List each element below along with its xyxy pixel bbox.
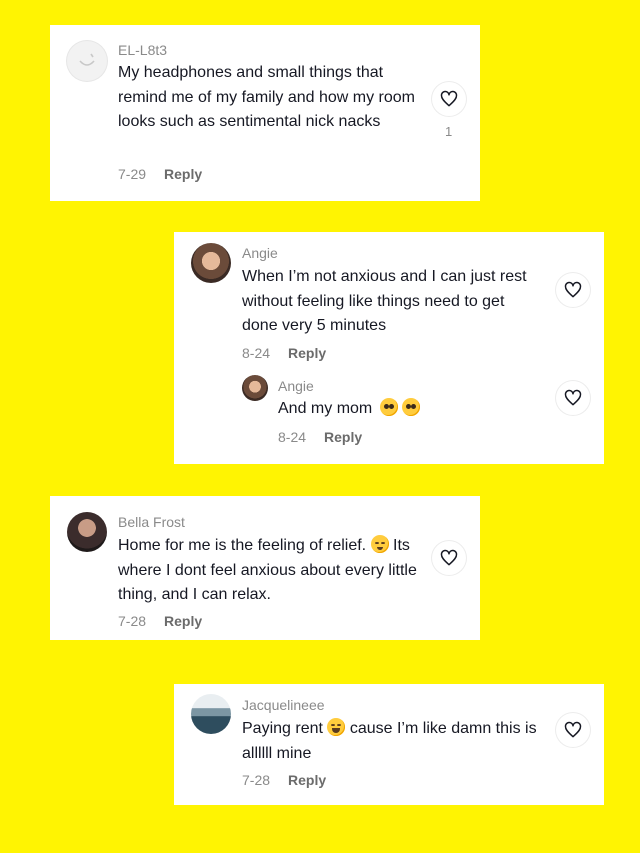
comment-text: When I’m not anxious and I can just rest…: [242, 268, 527, 334]
comment-text-content: Home for me is the feeling of relief.: [118, 537, 367, 554]
reply-button[interactable]: Reply: [288, 772, 326, 788]
avatar[interactable]: [191, 694, 231, 734]
default-avatar-icon: [79, 53, 95, 66]
comment-text-content: Paying rent: [242, 720, 323, 737]
reply-button[interactable]: Reply: [288, 345, 326, 361]
comment-date: 7-28: [118, 613, 147, 629]
pleading-face-emoji: [379, 398, 398, 416]
avatar[interactable]: [67, 512, 107, 552]
username[interactable]: Bella Frost: [118, 514, 185, 530]
heart-icon: [440, 90, 458, 107]
username[interactable]: EL-L8t3: [118, 42, 167, 58]
username[interactable]: Jacquelineee: [242, 697, 325, 713]
like-button[interactable]: [432, 541, 466, 575]
like-button[interactable]: [432, 82, 466, 116]
username[interactable]: Angie: [242, 245, 278, 261]
reply-button[interactable]: Reply: [164, 166, 202, 182]
comment-meta: 8-24 Reply: [242, 345, 326, 361]
reply-button[interactable]: Reply: [164, 613, 202, 629]
comment-meta: 7-28 Reply: [118, 613, 202, 629]
reply-text-content: And my mom: [278, 400, 373, 417]
relieved-face-emoji: [370, 535, 389, 553]
comment-meta: 7-28 Reply: [242, 772, 326, 788]
heart-icon: [564, 389, 582, 406]
comment-date: 8-24: [242, 345, 271, 361]
laughing-face-emoji: [327, 718, 346, 736]
pleading-face-emoji: [402, 398, 421, 416]
avatar[interactable]: [67, 41, 107, 81]
comment-text: My headphones and small things that remi…: [118, 64, 415, 130]
comment-meta: 7-29 Reply: [118, 166, 202, 182]
comment-date: 7-28: [242, 772, 271, 788]
comment-card: Bella Frost Home for me is the feeling o…: [50, 496, 480, 640]
like-button[interactable]: [556, 713, 590, 747]
reply-username[interactable]: Angie: [278, 378, 314, 394]
reply-avatar[interactable]: [242, 375, 268, 401]
comment-card: EL-L8t3 My headphones and small things t…: [50, 25, 480, 201]
comment-text: Paying rent cause I’m like damn this is …: [242, 717, 547, 766]
reply-date: 8-24: [278, 429, 307, 445]
comment-card: Jacquelineee Paying rent cause I’m like …: [174, 684, 604, 805]
reply-button[interactable]: Reply: [324, 429, 362, 445]
like-button[interactable]: [556, 273, 590, 307]
comment-date: 7-29: [118, 166, 147, 182]
reply-meta: 8-24 Reply: [278, 429, 362, 445]
heart-icon: [564, 281, 582, 298]
like-count: 1: [445, 124, 453, 139]
like-button[interactable]: [556, 381, 590, 415]
reply-text: And my mom: [278, 397, 528, 422]
comment-text: Home for me is the feeling of relief. It…: [118, 534, 418, 608]
heart-icon: [440, 549, 458, 566]
heart-icon: [564, 721, 582, 738]
comment-card: Angie When I’m not anxious and I can jus…: [174, 232, 604, 464]
avatar[interactable]: [191, 243, 231, 283]
